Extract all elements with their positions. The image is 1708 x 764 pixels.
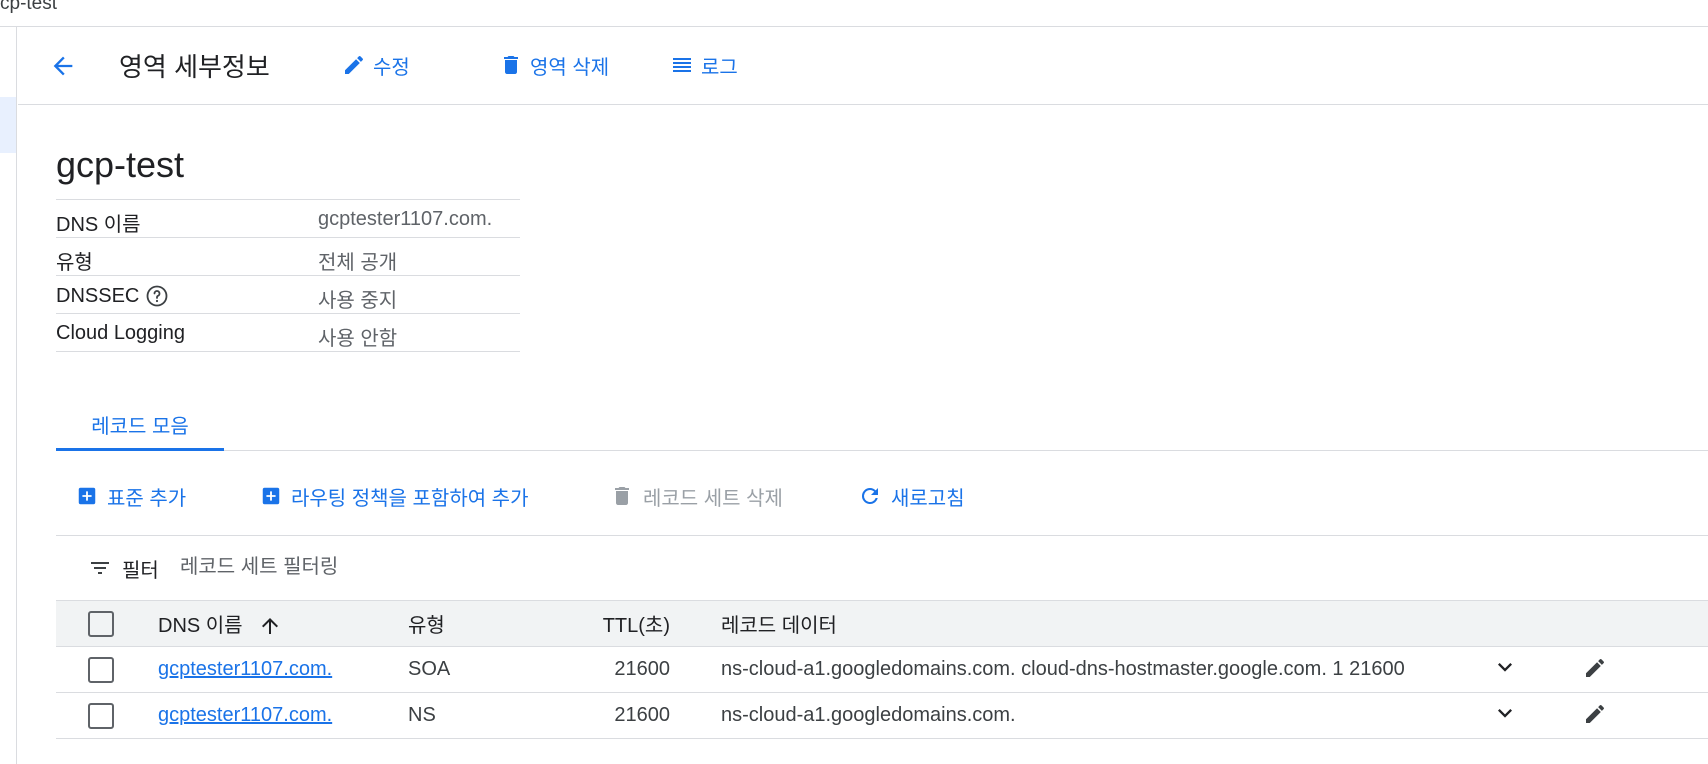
add-standard-button-label: 표준 추가 [107, 487, 187, 510]
trash-icon [615, 487, 629, 505]
table-row: gcptester1107.com. SOA 21600 ns-cloud-a1… [56, 647, 1708, 693]
page-title: 영역 세부정보 [119, 52, 270, 82]
zone-detail-key: DNSSEC [56, 284, 140, 307]
back-button[interactable] [46, 49, 80, 83]
record-type: NS [408, 704, 436, 726]
column-header-edit [1580, 601, 1708, 647]
expand-row-button[interactable] [1490, 652, 1520, 682]
delete-zone-button-label: 영역 삭제 [530, 56, 610, 79]
chevron-down-icon [1498, 663, 1512, 672]
logs-button[interactable]: 로그 [670, 47, 738, 83]
logs-button-label: 로그 [701, 56, 738, 79]
table-row: gcptester1107.com. NS 21600 ns-cloud-a1.… [56, 693, 1708, 739]
table-header-row: DNS 이름 유형 TTL(초) 레코드 데이터 [56, 600, 1708, 647]
zone-detail-row-dns-name: DNS 이름 gcptester1107.com. [56, 200, 520, 238]
left-nav-rail [0, 27, 17, 764]
page-header: 영역 세부정보 수정 영역 삭제 로그 [18, 27, 1708, 105]
add-standard-button[interactable]: 표준 추가 [76, 478, 186, 514]
pencil-icon [1586, 704, 1605, 723]
filter-label: 필터 [122, 560, 159, 582]
edit-row-button[interactable] [1580, 699, 1610, 729]
breadcrumb[interactable]: cp-test [0, 0, 57, 15]
edit-row-button[interactable] [1580, 653, 1610, 683]
chevron-down-icon [1498, 709, 1512, 718]
add-with-routing-button-label: 라우팅 정책을 포함하여 추가 [291, 487, 529, 510]
zone-detail-key: Cloud Logging [56, 322, 185, 344]
column-header-type[interactable]: 유형 [408, 601, 568, 647]
expand-row-button[interactable] [1490, 698, 1520, 728]
record-sets-table: DNS 이름 유형 TTL(초) 레코드 데이터 gcptester1107.c… [56, 600, 1708, 739]
arrow-back-icon [53, 56, 73, 76]
top-bar: cp-test [0, 0, 1708, 27]
select-all-checkbox[interactable] [88, 610, 114, 637]
zone-name: gcp-test [56, 144, 185, 185]
record-data: ns-cloud-a1.googledomains.com. cloud-dns… [721, 658, 1405, 680]
record-toolbar: 표준 추가 라우팅 정책을 포함하여 추가 레코드 세트 삭제 새로고침 [56, 468, 1708, 536]
zone-detail-key-dnssec: DNSSEC [56, 284, 169, 308]
add-box-icon [262, 487, 280, 505]
zone-details-table: DNS 이름 gcptester1107.com. 유형 전체 공개 DNSSE… [56, 199, 520, 352]
filter-bar: 필터 [56, 537, 1708, 600]
zone-detail-value: 전체 공개 [318, 252, 398, 274]
edit-button[interactable]: 수정 [342, 47, 410, 83]
zone-detail-row-dnssec: DNSSEC 사용 중지 [56, 276, 520, 314]
zone-detail-value: gcptester1107.com. [318, 208, 493, 230]
dns-name-link[interactable]: gcptester1107.com. [158, 658, 332, 680]
dns-name-link[interactable]: gcptester1107.com. [158, 704, 332, 726]
pencil-icon [345, 55, 364, 74]
tab-bar: 레코드 모음 [56, 400, 1708, 451]
zone-detail-row-type: 유형 전체 공개 [56, 238, 520, 276]
add-with-routing-button[interactable]: 라우팅 정책을 포함하여 추가 [260, 478, 528, 514]
zone-detail-value: 사용 안함 [318, 328, 398, 350]
column-header-dns-name[interactable]: DNS 이름 [158, 601, 408, 647]
delete-recordset-button[interactable]: 레코드 세트 삭제 [610, 478, 783, 514]
delete-zone-button[interactable]: 영역 삭제 [499, 47, 609, 83]
record-type: SOA [408, 658, 451, 680]
zone-detail-value: 사용 중지 [318, 290, 398, 312]
column-header-ttl[interactable]: TTL(초) [568, 601, 670, 647]
column-header-dns-name-label: DNS 이름 [158, 614, 243, 637]
add-box-icon [78, 487, 96, 505]
record-ttl: 21600 [614, 704, 670, 726]
refresh-button[interactable]: 새로고침 [858, 478, 965, 514]
column-header-record-data[interactable]: 레코드 데이터 [670, 601, 1490, 647]
zone-detail-key: 유형 [56, 252, 93, 274]
filter-input[interactable] [180, 551, 780, 583]
row-checkbox[interactable] [88, 656, 114, 683]
refresh-icon [861, 487, 878, 504]
arrow-up-sort-icon[interactable] [258, 614, 282, 638]
left-nav-selected-item[interactable] [0, 97, 16, 153]
record-ttl: 21600 [614, 658, 670, 680]
refresh-button-label: 새로고침 [891, 487, 965, 510]
edit-button-label: 수정 [373, 56, 410, 79]
list-lines-icon [673, 58, 691, 72]
record-data: ns-cloud-a1.googledomains.com. [721, 704, 1016, 726]
pencil-icon [1586, 658, 1605, 677]
trash-icon [504, 56, 518, 74]
tab-record-sets[interactable]: 레코드 모음 [56, 400, 224, 451]
delete-recordset-button-label: 레코드 세트 삭제 [643, 487, 783, 510]
filter-icon [91, 562, 109, 574]
help-icon[interactable] [145, 284, 169, 308]
zone-detail-row-cloud-logging: Cloud Logging 사용 안함 [56, 314, 520, 352]
column-header-expand [1490, 601, 1580, 647]
row-checkbox[interactable] [88, 702, 114, 729]
zone-detail-key: DNS 이름 [56, 214, 141, 236]
